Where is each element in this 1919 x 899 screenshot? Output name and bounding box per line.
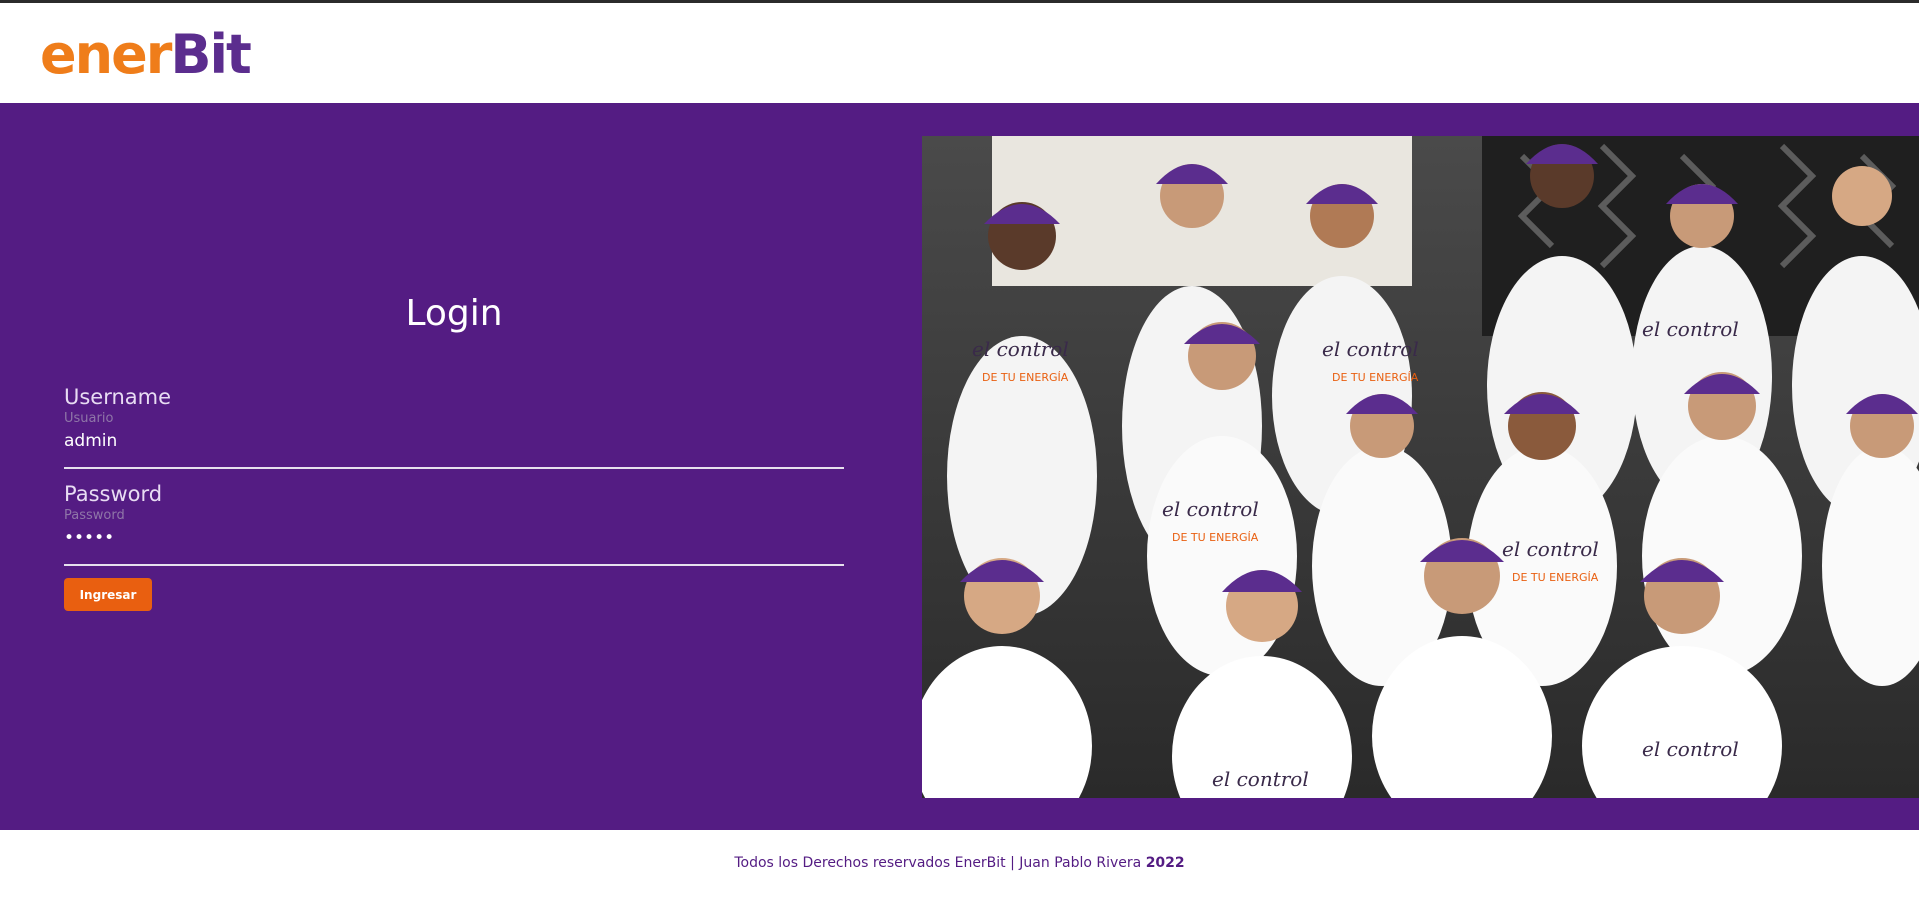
svg-text:el control: el control <box>1642 737 1739 761</box>
svg-text:DE TU ENERGÍA: DE TU ENERGÍA <box>1512 571 1599 584</box>
logo-ener: ener <box>40 23 172 86</box>
password-input[interactable] <box>64 524 844 566</box>
site-footer: Todos los Derechos reservados EnerBit | … <box>0 830 1919 899</box>
site-header: enerBit <box>0 3 1919 103</box>
ingresar-button[interactable]: Ingresar <box>64 578 152 611</box>
password-label: Password <box>64 482 163 506</box>
login-title: Login <box>405 293 503 334</box>
footer-copyright: Todos los Derechos reservados EnerBit | … <box>0 855 1919 871</box>
username-input[interactable] <box>64 427 844 469</box>
svg-text:el control: el control <box>1642 317 1739 341</box>
footer-text: Todos los Derechos reservados EnerBit | … <box>734 855 1142 871</box>
footer-year: 2022 <box>1145 855 1185 871</box>
svg-text:el control: el control <box>1322 337 1419 361</box>
svg-text:el control: el control <box>1212 767 1309 791</box>
svg-text:el control: el control <box>1162 497 1259 521</box>
svg-text:DE TU ENERGÍA: DE TU ENERGÍA <box>1332 371 1419 384</box>
password-sublabel: Password <box>64 508 125 523</box>
svg-text:el control: el control <box>1502 537 1599 561</box>
username-field-group: Username Usuario <box>64 385 844 469</box>
login-section: Login Username Usuario Password Password… <box>0 103 1919 830</box>
svg-text:DE TU ENERGÍA: DE TU ENERGÍA <box>982 371 1069 384</box>
logo-bit: Bit <box>170 23 251 86</box>
team-photo: el control el control el control el cont… <box>922 136 1919 798</box>
username-sublabel: Usuario <box>64 411 114 426</box>
username-label: Username <box>64 385 172 409</box>
svg-text:DE TU ENERGÍA: DE TU ENERGÍA <box>1172 531 1259 544</box>
enerbit-logo[interactable]: enerBit <box>40 23 252 86</box>
password-field-group: Password Password <box>64 482 844 566</box>
team-photo-illustration: el control el control el control el cont… <box>922 136 1919 798</box>
svg-text:el control: el control <box>972 337 1069 361</box>
